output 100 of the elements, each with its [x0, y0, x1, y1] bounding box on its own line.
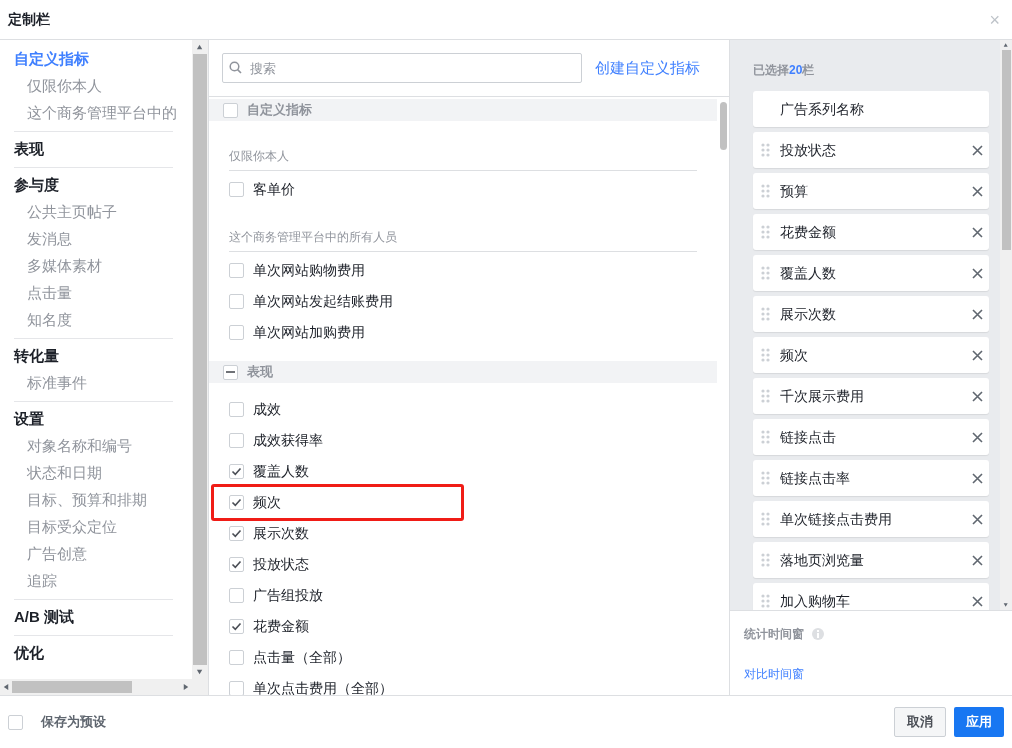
apply-button[interactable]: 应用	[954, 707, 1004, 737]
close-icon[interactable]	[972, 595, 983, 607]
checkbox[interactable]	[229, 464, 244, 479]
nav-item[interactable]: 表现	[14, 138, 44, 161]
checkbox[interactable]	[229, 294, 244, 309]
nav-item[interactable]: 设置	[14, 408, 44, 431]
close-icon[interactable]	[972, 431, 983, 443]
nav-item[interactable]: A/B 测试	[14, 606, 74, 629]
metric-label[interactable]: 点击量（全部）	[253, 647, 351, 668]
drag-handle-icon[interactable]	[761, 512, 770, 526]
column-card[interactable]: 覆盖人数	[753, 255, 989, 291]
close-icon[interactable]	[972, 144, 983, 156]
section-label: 这个商务管理平台中的所有人员	[229, 228, 397, 246]
metric-label[interactable]: 展示次数	[253, 523, 309, 544]
nav-item[interactable]: 转化量	[14, 345, 59, 368]
nav-item[interactable]: 自定义指标	[14, 48, 89, 71]
search-field[interactable]: 搜索	[222, 53, 582, 83]
create-metric-link[interactable]: 创建自定义指标	[595, 56, 700, 80]
drag-handle-icon[interactable]	[761, 143, 770, 157]
drag-handle-icon[interactable]	[761, 430, 770, 444]
close-icon[interactable]	[972, 185, 983, 197]
info-icon[interactable]	[812, 628, 824, 640]
checkbox[interactable]	[229, 526, 244, 541]
drag-handle-icon[interactable]	[761, 225, 770, 239]
checkbox[interactable]	[229, 402, 244, 417]
checkbox[interactable]	[229, 557, 244, 572]
drag-handle-icon[interactable]	[761, 471, 770, 485]
drag-handle-icon[interactable]	[761, 553, 770, 567]
metric-label[interactable]: 单次网站购物费用	[253, 260, 365, 281]
metric-label[interactable]: 广告组投放	[253, 585, 323, 606]
column-label: 投放状态	[780, 140, 837, 160]
left-arrow-icon[interactable]	[2, 683, 10, 691]
checkbox[interactable]	[229, 619, 244, 634]
checkbox[interactable]	[229, 263, 244, 278]
scrollbar[interactable]	[192, 40, 208, 679]
check-icon	[231, 621, 242, 632]
down-arrow-icon[interactable]	[1003, 602, 1009, 608]
column-card[interactable]: 加入购物车	[753, 583, 989, 610]
column-label: 链接点击率	[780, 468, 851, 488]
metric-label[interactable]: 覆盖人数	[253, 461, 309, 482]
metric-label[interactable]: 投放状态	[253, 554, 309, 575]
search-icon	[229, 61, 242, 74]
checkbox[interactable]	[229, 650, 244, 665]
column-card[interactable]: 广告系列名称	[753, 91, 989, 127]
drag-handle-icon[interactable]	[761, 307, 770, 321]
close-icon[interactable]	[972, 349, 983, 361]
cancel-button[interactable]: 取消	[894, 707, 946, 737]
column-card[interactable]: 链接点击率	[753, 460, 989, 496]
close-icon[interactable]	[972, 390, 983, 402]
drag-handle-icon[interactable]	[761, 594, 770, 608]
checkbox[interactable]	[229, 433, 244, 448]
up-arrow-icon[interactable]	[196, 43, 204, 51]
up-arrow-icon[interactable]	[1003, 42, 1009, 48]
group-label: 自定义指标	[247, 101, 312, 120]
metric-label[interactable]: 客单价	[253, 179, 295, 200]
group-label: 表现	[247, 363, 273, 382]
column-card[interactable]: 千次展示费用	[753, 378, 989, 414]
down-arrow-icon[interactable]	[196, 668, 204, 676]
drag-handle-icon[interactable]	[761, 266, 770, 280]
close-icon[interactable]	[972, 267, 983, 279]
column-card[interactable]: 展示次数	[753, 296, 989, 332]
metric-label[interactable]: 成效	[253, 399, 281, 420]
column-label: 千次展示费用	[780, 386, 865, 406]
column-card[interactable]: 落地页浏览量	[753, 542, 989, 578]
close-icon[interactable]	[972, 472, 983, 484]
checkbox[interactable]	[229, 325, 244, 340]
checkbox[interactable]	[223, 364, 238, 380]
scrollbar[interactable]	[1000, 40, 1012, 610]
horizontal-scrollbar[interactable]	[0, 679, 208, 695]
checkbox[interactable]	[229, 588, 244, 603]
checkbox[interactable]	[223, 102, 238, 118]
right-arrow-icon[interactable]	[182, 683, 190, 691]
column-card[interactable]: 单次链接点击费用	[753, 501, 989, 537]
checkbox[interactable]	[229, 182, 244, 197]
attribution-label: 统计时间窗	[744, 626, 804, 643]
metric-label[interactable]: 成效获得率	[253, 430, 323, 451]
column-card[interactable]: 频次	[753, 337, 989, 373]
metric-label[interactable]: 单次点击费用（全部）	[253, 678, 393, 695]
nav-item[interactable]: 参与度	[14, 174, 59, 197]
close-icon[interactable]	[972, 554, 983, 566]
metric-label[interactable]: 单次网站加购费用	[253, 322, 365, 343]
drag-handle-icon[interactable]	[761, 348, 770, 362]
metric-label[interactable]: 频次	[253, 492, 281, 513]
drag-handle-icon[interactable]	[761, 184, 770, 198]
column-card[interactable]: 花费金额	[753, 214, 989, 250]
metric-label[interactable]: 单次网站发起结账费用	[253, 291, 393, 312]
metric-label[interactable]: 花费金额	[253, 616, 309, 637]
checkbox[interactable]	[8, 714, 23, 730]
compare-window-link[interactable]: 对比时间窗	[744, 665, 998, 683]
column-card[interactable]: 投放状态	[753, 132, 989, 168]
checkbox[interactable]	[229, 495, 244, 510]
close-icon[interactable]	[972, 226, 983, 238]
checkbox[interactable]	[229, 681, 244, 695]
nav-item[interactable]: 优化	[14, 642, 44, 665]
column-card[interactable]: 预算	[753, 173, 989, 209]
drag-handle-icon[interactable]	[761, 389, 770, 403]
close-icon[interactable]	[972, 513, 983, 525]
close-icon[interactable]	[972, 308, 983, 320]
column-label: 落地页浏览量	[780, 550, 865, 570]
column-card[interactable]: 链接点击	[753, 419, 989, 455]
